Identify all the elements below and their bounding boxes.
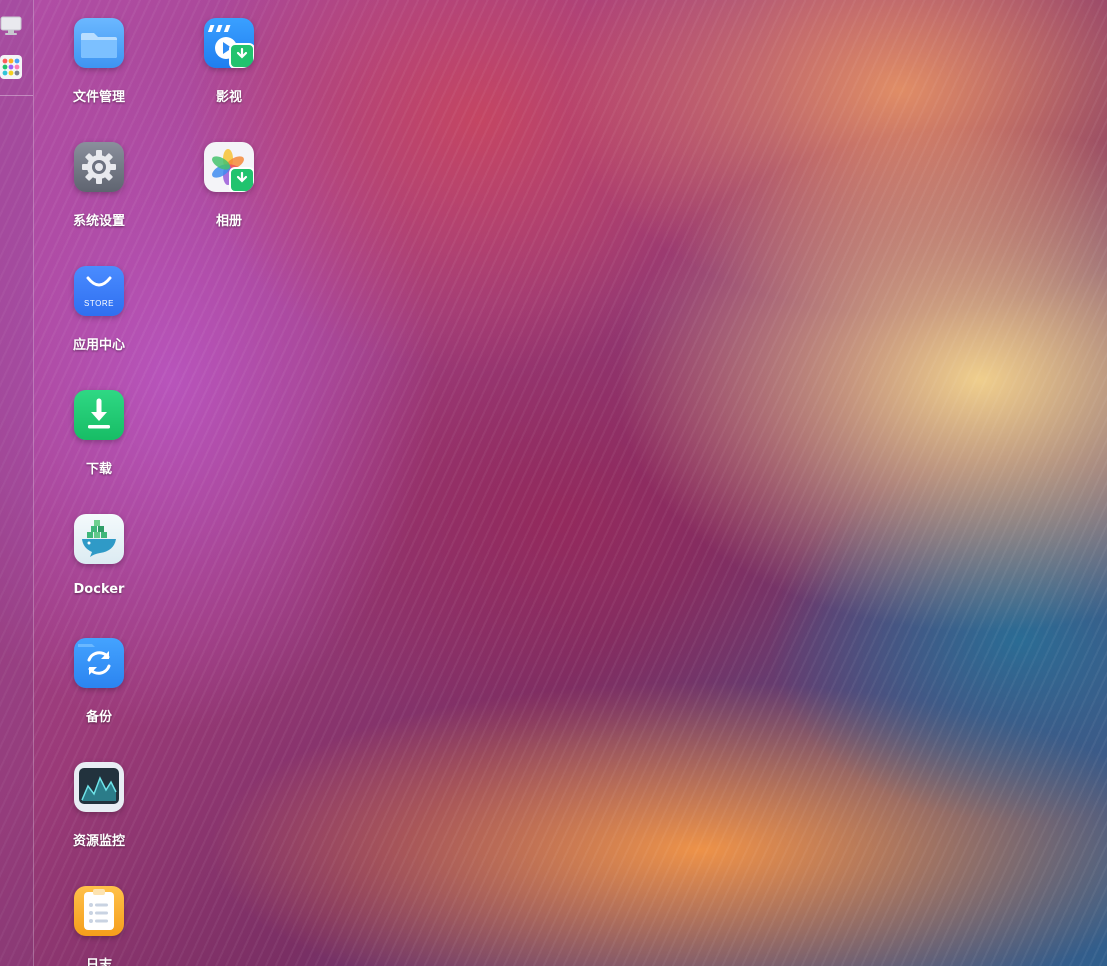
app-label: 相册 [215, 214, 242, 229]
dock-divider [0, 95, 33, 96]
app-video[interactable]: 影视 [184, 18, 274, 118]
app-file-manager[interactable]: 文件管理 [54, 18, 144, 118]
app-label: 文件管理 [72, 90, 125, 105]
app-resource-monitor[interactable]: 资源监控 [54, 762, 144, 862]
app-label: 备份 [85, 710, 112, 725]
app-photos[interactable]: 相册 [184, 142, 274, 242]
desktop: 文件管理 影视 系统设置 相册 STORE 应用中心 下载 Docker 备份 … [0, 0, 1107, 966]
app-label: 日志 [85, 958, 112, 966]
notes-icon [74, 886, 124, 936]
download-badge-icon [229, 43, 254, 68]
video-play-icon [204, 18, 254, 68]
docker-whale-icon [74, 514, 124, 564]
app-grid-icon[interactable] [0, 55, 22, 79]
app-logs[interactable]: 日志 [54, 886, 144, 966]
left-dock [0, 0, 34, 966]
app-system-settings[interactable]: 系统设置 [54, 142, 144, 242]
monitor-icon[interactable] [0, 14, 22, 38]
app-label: 系统设置 [72, 214, 125, 229]
download-badge-icon [229, 167, 254, 192]
folder-icon [74, 18, 124, 68]
backup-sync-icon [74, 638, 124, 688]
app-label: 资源监控 [72, 834, 125, 849]
photos-pinwheel-icon [204, 142, 254, 192]
store-bag-icon: STORE [74, 266, 124, 316]
svg-text:STORE: STORE [84, 299, 114, 308]
app-backup[interactable]: 备份 [54, 638, 144, 738]
app-docker[interactable]: Docker [54, 514, 144, 614]
gear-icon [74, 142, 124, 192]
app-label: 应用中心 [72, 338, 125, 353]
app-download[interactable]: 下载 [54, 390, 144, 490]
app-label: Docker [73, 582, 125, 597]
download-arrow-icon [74, 390, 124, 440]
app-store[interactable]: STORE 应用中心 [54, 266, 144, 366]
app-label: 影视 [215, 90, 242, 105]
resource-monitor-icon [74, 762, 124, 812]
app-label: 下载 [85, 462, 112, 477]
